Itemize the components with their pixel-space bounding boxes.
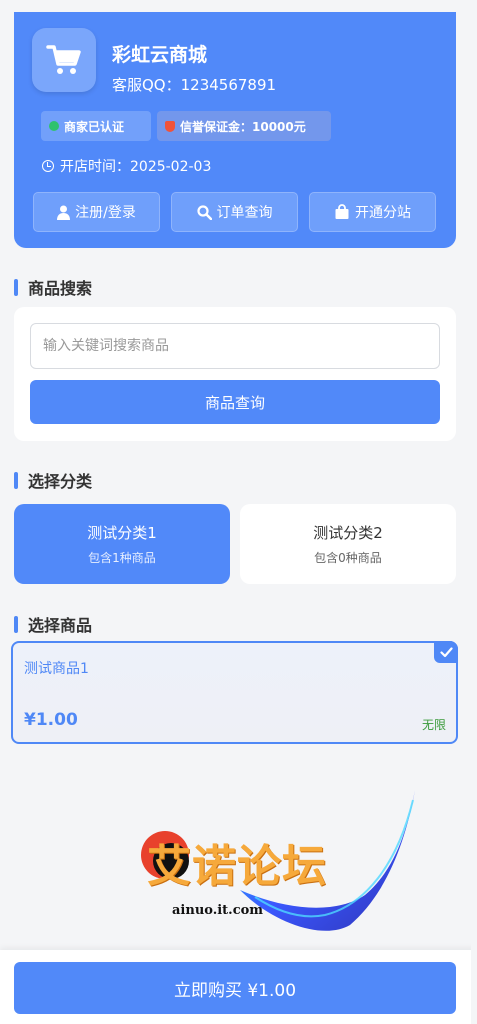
watermark-text: 艾诺论坛 xyxy=(147,841,327,892)
shop-logo xyxy=(32,28,96,92)
watermark-url: ainuo.it.com xyxy=(172,903,264,918)
product-query-button[interactable]: 商品查询 xyxy=(30,380,440,424)
login-register-button[interactable]: 注册/登录 xyxy=(33,192,160,232)
selected-check-icon xyxy=(434,641,458,663)
bottom-bar: 立即购买 ¥1.00 xyxy=(0,950,477,1024)
deposit-badge: 信誉保证金：10000元 xyxy=(157,111,331,141)
order-query-button[interactable]: 订单查询 xyxy=(171,192,298,232)
certified-badge: 商家已认证 xyxy=(41,111,151,141)
deposit-label: 信誉保证金：10000元 xyxy=(180,119,306,134)
open-substation-button[interactable]: 开通分站 xyxy=(309,192,436,232)
shopping-bag-icon xyxy=(334,204,350,220)
search-title-label: 商品搜索 xyxy=(28,279,93,298)
order-query-label: 订单查询 xyxy=(216,205,273,221)
title-accent-bar xyxy=(14,615,18,633)
cart-icon xyxy=(46,45,81,74)
forum-watermark-logo: 艾诺论坛 ainuo.it.com xyxy=(135,785,425,945)
shield-icon xyxy=(165,120,175,132)
login-register-label: 注册/登录 xyxy=(75,205,136,221)
product-title-label: 选择商品 xyxy=(28,616,93,635)
product-card[interactable]: 测试商品1 ¥1.00 无限 xyxy=(11,641,458,744)
category-name: 测试分类1 xyxy=(87,524,157,542)
search-section-title: 商品搜索 xyxy=(14,275,92,299)
product-name: 测试商品1 xyxy=(24,661,89,677)
product-stock: 无限 xyxy=(421,718,446,732)
open-substation-label: 开通分站 xyxy=(355,205,411,221)
product-section-title: 选择商品 xyxy=(14,612,92,636)
search-icon xyxy=(196,204,212,220)
category-card-2[interactable]: 测试分类2 包含0种商品 xyxy=(240,504,456,584)
buy-now-button[interactable]: 立即购买 ¥1.00 xyxy=(14,962,456,1014)
service-qq: 客服QQ：1234567891 xyxy=(112,76,277,94)
check-circle-icon xyxy=(49,121,59,131)
shop-name: 彩虹云商城 xyxy=(112,44,208,66)
search-card: 商品查询 xyxy=(14,307,456,441)
title-accent-bar xyxy=(14,471,18,489)
title-accent-bar xyxy=(14,278,18,296)
category-name: 测试分类2 xyxy=(313,524,383,542)
category-count: 包含0种商品 xyxy=(314,551,382,565)
clock-icon xyxy=(42,160,54,172)
category-section-title: 选择分类 xyxy=(14,468,92,492)
open-time: 开店时间：2025-02-03 xyxy=(42,156,211,176)
shop-header-card: 彩虹云商城 客服QQ：1234567891 商家已认证 信誉保证金：10000元… xyxy=(14,12,456,248)
certified-label: 商家已认证 xyxy=(64,119,125,134)
category-title-label: 选择分类 xyxy=(28,472,93,491)
category-card-1[interactable]: 测试分类1 包含1种商品 xyxy=(14,504,230,584)
product-price: ¥1.00 xyxy=(24,710,78,730)
search-input[interactable] xyxy=(30,323,440,369)
scrollbar-track[interactable] xyxy=(471,0,477,1024)
user-icon xyxy=(57,205,71,220)
open-time-label: 开店时间：2025-02-03 xyxy=(60,159,212,175)
category-count: 包含1种商品 xyxy=(88,551,156,565)
